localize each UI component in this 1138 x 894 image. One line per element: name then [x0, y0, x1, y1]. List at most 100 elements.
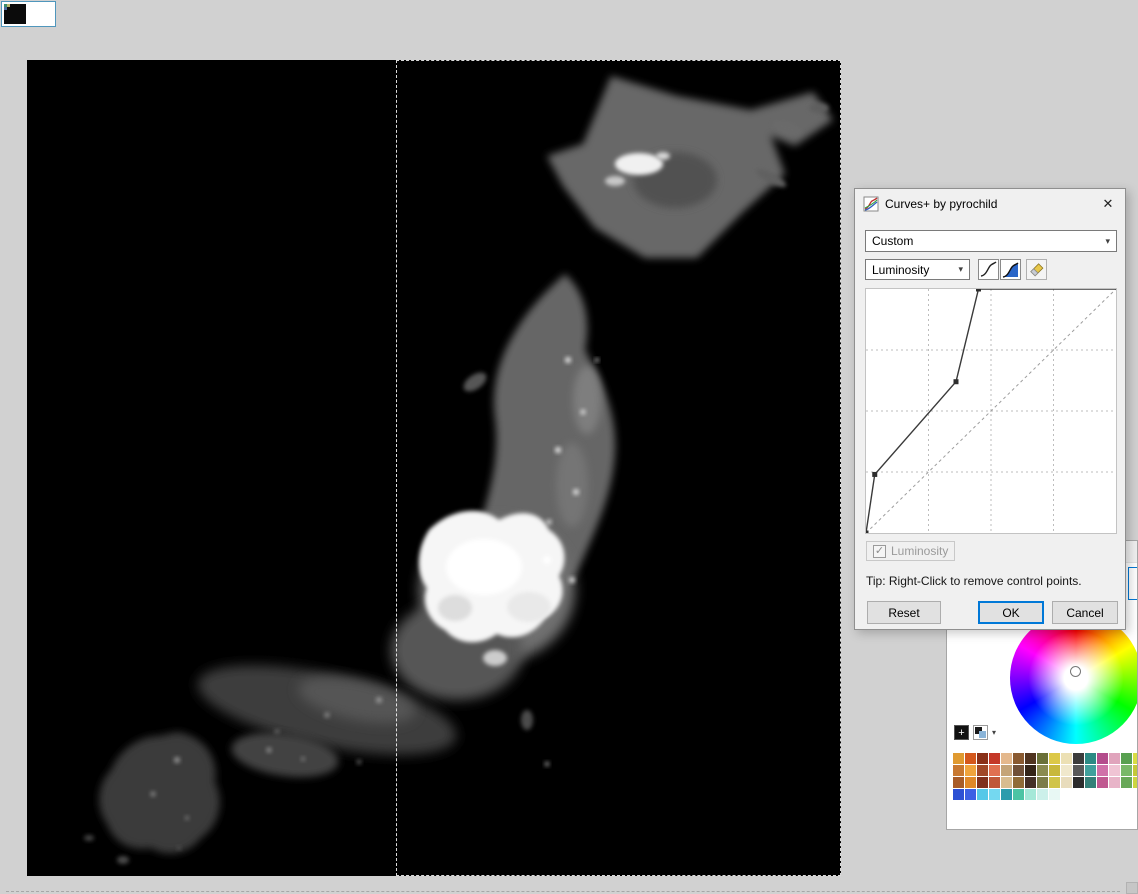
curve-filled-icon [1002, 262, 1019, 278]
palette-swatch[interactable] [965, 765, 976, 776]
palette-swatch[interactable] [1013, 789, 1024, 800]
palette-swatch[interactable] [989, 777, 1000, 788]
palette-swatch[interactable] [1001, 777, 1012, 788]
palette-swatch[interactable] [1085, 777, 1096, 788]
palette-swatch[interactable] [977, 765, 988, 776]
palette-swatch[interactable] [1121, 777, 1132, 788]
color-wheel[interactable] [1010, 612, 1137, 744]
palette-swatch[interactable] [1049, 753, 1060, 764]
palette-swatch[interactable] [1097, 777, 1108, 788]
palette-swatch[interactable] [1037, 765, 1048, 776]
palette-swatch[interactable] [1073, 753, 1084, 764]
palette-swatch[interactable] [1097, 765, 1108, 776]
palette-swatch[interactable] [1121, 789, 1132, 800]
dialog-titlebar[interactable]: Curves+ by pyrochild ✕ [855, 189, 1125, 219]
palette-swatch[interactable] [1097, 753, 1108, 764]
thumbnail-pixel [4, 7, 7, 10]
palette-swatch[interactable] [1085, 765, 1096, 776]
palette-swatch[interactable] [1037, 789, 1048, 800]
palette-swatch[interactable] [1121, 753, 1132, 764]
curve-filled-tool-button[interactable] [1000, 259, 1021, 280]
curve-control-point[interactable] [976, 289, 981, 292]
add-palette-color-icon[interactable]: + [954, 725, 969, 740]
palette-swatch[interactable] [1109, 753, 1120, 764]
palette-swatch[interactable] [1025, 777, 1036, 788]
palette-swatch[interactable] [1085, 753, 1096, 764]
palette-swatch[interactable] [953, 789, 964, 800]
palette-swatch[interactable] [953, 753, 964, 764]
palette-swatch[interactable] [1109, 789, 1120, 800]
palette-swatch[interactable] [989, 753, 1000, 764]
palette-swatch[interactable] [1049, 765, 1060, 776]
checkbox-checked-icon[interactable]: ✓ [873, 544, 886, 558]
palette-swatch[interactable] [1061, 765, 1072, 776]
palette-swatch[interactable] [1097, 789, 1108, 800]
palette-swatch[interactable] [1073, 789, 1084, 800]
palette-swatch[interactable] [1025, 765, 1036, 776]
curve-editor[interactable] [865, 288, 1117, 534]
palette-swatch[interactable] [965, 753, 976, 764]
palette-swatch[interactable] [1025, 753, 1036, 764]
palette-swatch[interactable] [1037, 753, 1048, 764]
curves-plugin-icon [863, 196, 879, 212]
palette-swatch[interactable] [1109, 765, 1120, 776]
palette-swatch[interactable] [1013, 777, 1024, 788]
palette-swatch[interactable] [1001, 765, 1012, 776]
palette-swatch[interactable] [1013, 765, 1024, 776]
curve-control-point[interactable] [872, 471, 878, 477]
palette-swatch[interactable] [1133, 753, 1137, 764]
palette-swatch[interactable] [1061, 789, 1072, 800]
eraser-tool-button[interactable] [1026, 259, 1047, 280]
bottom-dashed-edge [6, 891, 1120, 892]
palette-swatch[interactable] [977, 777, 988, 788]
palette-swatch[interactable] [1013, 753, 1024, 764]
palette-swatch[interactable] [1001, 789, 1012, 800]
palette-swatch[interactable] [1085, 789, 1096, 800]
palette-swatch[interactable] [977, 789, 988, 800]
image-tab-thumbnail[interactable] [1, 1, 56, 27]
color-wheel-indicator[interactable] [1070, 666, 1081, 677]
curve-control-point[interactable] [866, 530, 869, 534]
palette-swatch[interactable] [1001, 753, 1012, 764]
curves-plus-dialog: Curves+ by pyrochild ✕ Custom ▾ Luminosi… [854, 188, 1126, 630]
palette-swatch[interactable] [1121, 765, 1132, 776]
palette-swatch[interactable] [1133, 789, 1137, 800]
curve-line-tool-button[interactable] [978, 259, 999, 280]
close-icon[interactable]: ✕ [1091, 189, 1125, 219]
colors-more-button[interactable] [1128, 567, 1137, 600]
drawing-canvas[interactable] [27, 60, 841, 876]
palette-swatch[interactable] [989, 789, 1000, 800]
palette-swatch[interactable] [1133, 777, 1137, 788]
chevron-down-icon: ▾ [1105, 235, 1110, 246]
palette-swatch[interactable] [1037, 777, 1048, 788]
ok-button[interactable]: OK [978, 601, 1044, 624]
palette-swatch[interactable] [977, 753, 988, 764]
palette-swatch[interactable] [1073, 765, 1084, 776]
palette-swatch[interactable] [1073, 777, 1084, 788]
palette-swatch[interactable] [953, 777, 964, 788]
selection-marquee [396, 60, 841, 876]
channel-dropdown[interactable]: Luminosity ▾ [865, 259, 970, 280]
preset-dropdown[interactable]: Custom ▾ [865, 230, 1117, 252]
curve-control-point[interactable] [953, 379, 959, 385]
palette-swatch[interactable] [953, 765, 964, 776]
palette-swatch[interactable] [1061, 777, 1072, 788]
primary-secondary-swatch-icon[interactable] [973, 725, 988, 740]
reset-button[interactable]: Reset [867, 601, 941, 624]
palette-swatch[interactable] [1061, 753, 1072, 764]
secondary-color-swatch [979, 731, 986, 738]
palette-swatch[interactable] [1049, 777, 1060, 788]
palette-swatch[interactable] [1025, 789, 1036, 800]
palette-swatch[interactable] [1049, 789, 1060, 800]
swatch-dropdown-chevron-icon[interactable]: ▾ [992, 728, 996, 737]
palette-swatch[interactable] [1109, 777, 1120, 788]
luminosity-checkbox-row[interactable]: ✓ Luminosity [866, 541, 956, 561]
window-resize-grip[interactable] [1126, 882, 1138, 894]
palette-swatch[interactable] [965, 789, 976, 800]
palette-swatch[interactable] [1133, 765, 1137, 776]
palette-swatch[interactable] [989, 765, 1000, 776]
palette-swatch[interactable] [965, 777, 976, 788]
cancel-button[interactable]: Cancel [1052, 601, 1118, 624]
dialog-title: Curves+ by pyrochild [885, 197, 998, 211]
curve-line-icon [980, 261, 997, 277]
